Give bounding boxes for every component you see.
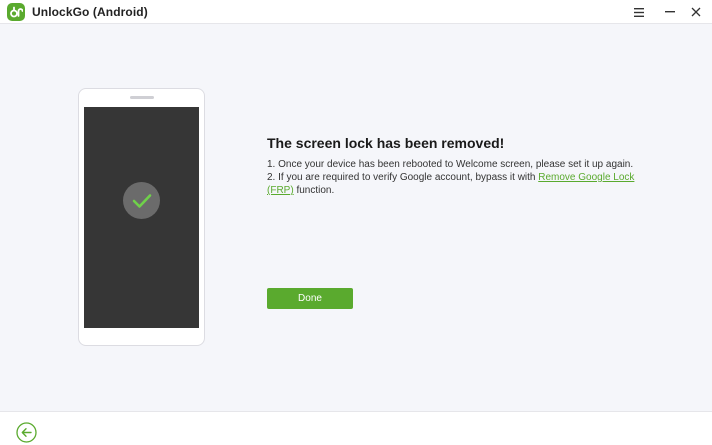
- app-window: UnlockGo (Android) The screen lock has b…: [0, 0, 712, 445]
- close-icon[interactable]: [685, 2, 707, 22]
- footer-bar: [0, 411, 712, 445]
- phone-illustration: [78, 88, 205, 346]
- success-title: The screen lock has been removed!: [267, 135, 505, 151]
- checkmark-icon: [123, 182, 160, 219]
- phone-speaker: [130, 96, 154, 99]
- instruction-line-2: 2. If you are required to verify Google …: [267, 171, 647, 197]
- instruction-line-1: 1. Once your device has been rebooted to…: [267, 159, 634, 170]
- hamburger-menu-icon[interactable]: [628, 2, 650, 22]
- instruction-line-2-prefix: 2. If you are required to verify Google …: [267, 172, 539, 183]
- instruction-line-2-suffix: function.: [293, 185, 335, 196]
- unlockgo-logo-icon: [7, 3, 25, 21]
- done-button[interactable]: Done: [267, 288, 353, 309]
- title-bar: UnlockGo (Android): [0, 0, 712, 24]
- minimize-icon[interactable]: [659, 2, 681, 22]
- back-arrow-icon[interactable]: [16, 422, 37, 443]
- instructions: 1. Once your device has been rebooted to…: [267, 158, 647, 197]
- app-title: UnlockGo (Android): [32, 5, 148, 19]
- phone-screen: [84, 107, 199, 328]
